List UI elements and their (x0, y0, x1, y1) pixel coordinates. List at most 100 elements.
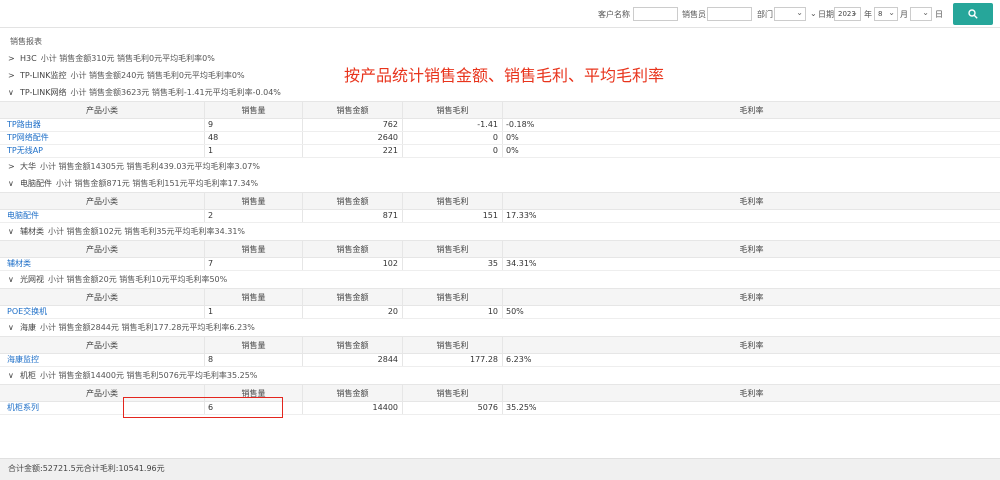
chevron-right-icon[interactable]: > (8, 50, 20, 67)
product-link[interactable]: POE交换机 (0, 306, 205, 318)
chevron-right-icon[interactable]: > (8, 67, 20, 84)
totals-footer: 合计金额:52721.5元合计毛利:10541.96元 (0, 458, 1000, 480)
table-row: TP网络配件 48 2640 0 0% (0, 132, 1000, 145)
table-cell: -1.41 (403, 119, 503, 131)
table-header: 产品小类 销售量 销售金额 销售毛利 毛利率 (0, 240, 1000, 258)
product-link[interactable]: TP无线AP (0, 145, 205, 157)
table-cell: 1 (205, 306, 303, 318)
chevron-down-icon[interactable]: ∨ (8, 319, 20, 336)
chevron-down-icon[interactable]: ∨ (8, 271, 20, 288)
chevron-right-icon[interactable]: > (8, 158, 20, 175)
month-select[interactable]: 8 ⌄ (874, 7, 898, 21)
group-name: 海康 (20, 323, 36, 332)
column-header: 销售毛利 (403, 337, 503, 353)
chevron-down-icon[interactable]: ∨ (8, 223, 20, 240)
year-unit: 年 (864, 10, 872, 19)
product-link[interactable]: 海康监控 (0, 354, 205, 366)
group-summary: 小计 销售金额2844元 销售毛利177.28元平均毛利率6.23% (40, 323, 255, 332)
column-header: 销售金额 (303, 385, 403, 401)
column-header: 销售毛利 (403, 102, 503, 118)
date-label: 日期 (818, 10, 834, 19)
table-row: 海康监控 8 2844 177.28 6.23% (0, 354, 1000, 367)
group-row[interactable]: ∨ 辅材类 小计 销售金额102元 销售毛利35元平均毛利率34.31% (0, 223, 1000, 240)
group-row[interactable]: ∨ 电脑配件 小计 销售金额871元 销售毛利151元平均毛利率17.34% (0, 175, 1000, 192)
day-select[interactable]: ⌄ (910, 7, 932, 21)
group-row[interactable]: ∨ TP-LINK网络 小计 销售金额3623元 销售毛利-1.41元平均毛利率-0… (0, 84, 1000, 101)
group-summary: 小计 销售金额3623元 销售毛利-1.41元平均毛利率-0.04% (70, 88, 281, 97)
table-cell: -0.18% (506, 120, 535, 129)
group-row[interactable]: > 大华 小计 销售金额14305元 销售毛利439.03元平均毛利率3.07% (0, 158, 1000, 175)
table-header: 产品小类 销售量 销售金额 销售毛利 毛利率 (0, 192, 1000, 210)
product-link[interactable]: TP网络配件 (0, 132, 205, 144)
group-name: 电脑配件 (20, 179, 52, 188)
group-row[interactable]: ∨ 海康 小计 销售金额2844元 销售毛利177.28元平均毛利率6.23% (0, 319, 1000, 336)
dept-select[interactable]: ⌄ (774, 7, 806, 21)
chevron-down-icon[interactable]: ∨ (8, 84, 20, 101)
table-cell: 0 (403, 145, 503, 157)
chevron-down-icon[interactable]: ∨ (8, 175, 20, 192)
report-title: 销售报表 (10, 37, 42, 46)
column-header: 销售量 (205, 289, 303, 305)
table-cell: 762 (303, 119, 403, 131)
table-cell: 7 (205, 258, 303, 270)
table-cell: 2 (205, 210, 303, 222)
group-row[interactable]: ∨ 光网视 小计 销售金额20元 销售毛利10元平均毛利率50% (0, 271, 1000, 288)
group-name: TP-LINK网络 (20, 88, 67, 97)
column-header: 销售量 (205, 193, 303, 209)
table-cell: 2844 (303, 354, 403, 366)
table-cell: 5076 (403, 402, 503, 414)
group-summary: 小计 销售金额14400元 销售毛利5076元平均毛利率35.25% (40, 371, 258, 380)
month-unit: 月 (900, 10, 908, 19)
year-select[interactable]: 2023 ⌄ (834, 7, 861, 21)
salesperson-input[interactable] (707, 7, 752, 21)
column-header: 销售量 (205, 241, 303, 257)
column-header: 销售量 (205, 102, 303, 118)
dept-label: 部门 (757, 10, 773, 19)
table-cell: 50% (506, 307, 524, 316)
column-header: 销售毛利 (403, 241, 503, 257)
calendar-icon: ⌄ (810, 9, 817, 18)
highlight-box (123, 397, 283, 418)
column-header: 产品小类 (0, 241, 205, 257)
search-button[interactable] (953, 3, 993, 25)
customer-input[interactable] (633, 7, 678, 21)
table-cell: 8 (205, 354, 303, 366)
table-cell: 48 (205, 132, 303, 144)
column-header: 毛利率 (739, 245, 764, 254)
table-cell: 34.31% (506, 259, 537, 268)
column-header: 销售金额 (303, 337, 403, 353)
product-link[interactable]: 辅材类 (0, 258, 205, 270)
column-header: 销售毛利 (403, 289, 503, 305)
table-header: 产品小类 销售量 销售金额 销售毛利 毛利率 (0, 101, 1000, 119)
column-header: 销售量 (205, 337, 303, 353)
table-cell: 221 (303, 145, 403, 157)
group-summary: 小计 销售金额310元 销售毛利0元平均毛利率0% (40, 54, 215, 63)
group-summary: 小计 销售金额102元 销售毛利35元平均毛利率34.31% (48, 227, 246, 236)
month-value: 8 (878, 10, 883, 18)
table-row: TP路由器 9 762 -1.41 -0.18% (0, 119, 1000, 132)
column-header: 毛利率 (739, 341, 764, 350)
table-cell: 1 (205, 145, 303, 157)
group-summary: 小计 销售金额240元 销售毛利0元平均毛利率0% (70, 71, 245, 80)
product-link[interactable]: TP路由器 (0, 119, 205, 131)
search-icon (968, 9, 978, 19)
column-header: 毛利率 (739, 389, 764, 398)
annotation-text: 按产品统计销售金额、销售毛利、平均毛利率 (344, 66, 665, 85)
column-header: 毛利率 (739, 293, 764, 302)
chevron-down-icon: ⌄ (888, 8, 895, 17)
table-cell: 177.28 (403, 354, 503, 366)
table-header: 产品小类 销售量 销售金额 销售毛利 毛利率 (0, 336, 1000, 354)
table-cell: 10 (403, 306, 503, 318)
customer-label: 客户名称 (598, 10, 630, 19)
chevron-down-icon[interactable]: ∨ (8, 367, 20, 384)
product-link[interactable]: 电脑配件 (0, 210, 205, 222)
group-name: 辅材类 (20, 227, 44, 236)
group-row[interactable]: ∨ 机柜 小计 销售金额14400元 销售毛利5076元平均毛利率35.25% (0, 367, 1000, 384)
group-name: TP-LINK监控 (20, 71, 67, 80)
table-cell: 35 (403, 258, 503, 270)
table-row: 辅材类 7 102 35 34.31% (0, 258, 1000, 271)
column-header: 销售毛利 (403, 193, 503, 209)
table-header: 产品小类 销售量 销售金额 销售毛利 毛利率 (0, 288, 1000, 306)
column-header: 销售金额 (303, 241, 403, 257)
table-row: 电脑配件 2 871 151 17.33% (0, 210, 1000, 223)
